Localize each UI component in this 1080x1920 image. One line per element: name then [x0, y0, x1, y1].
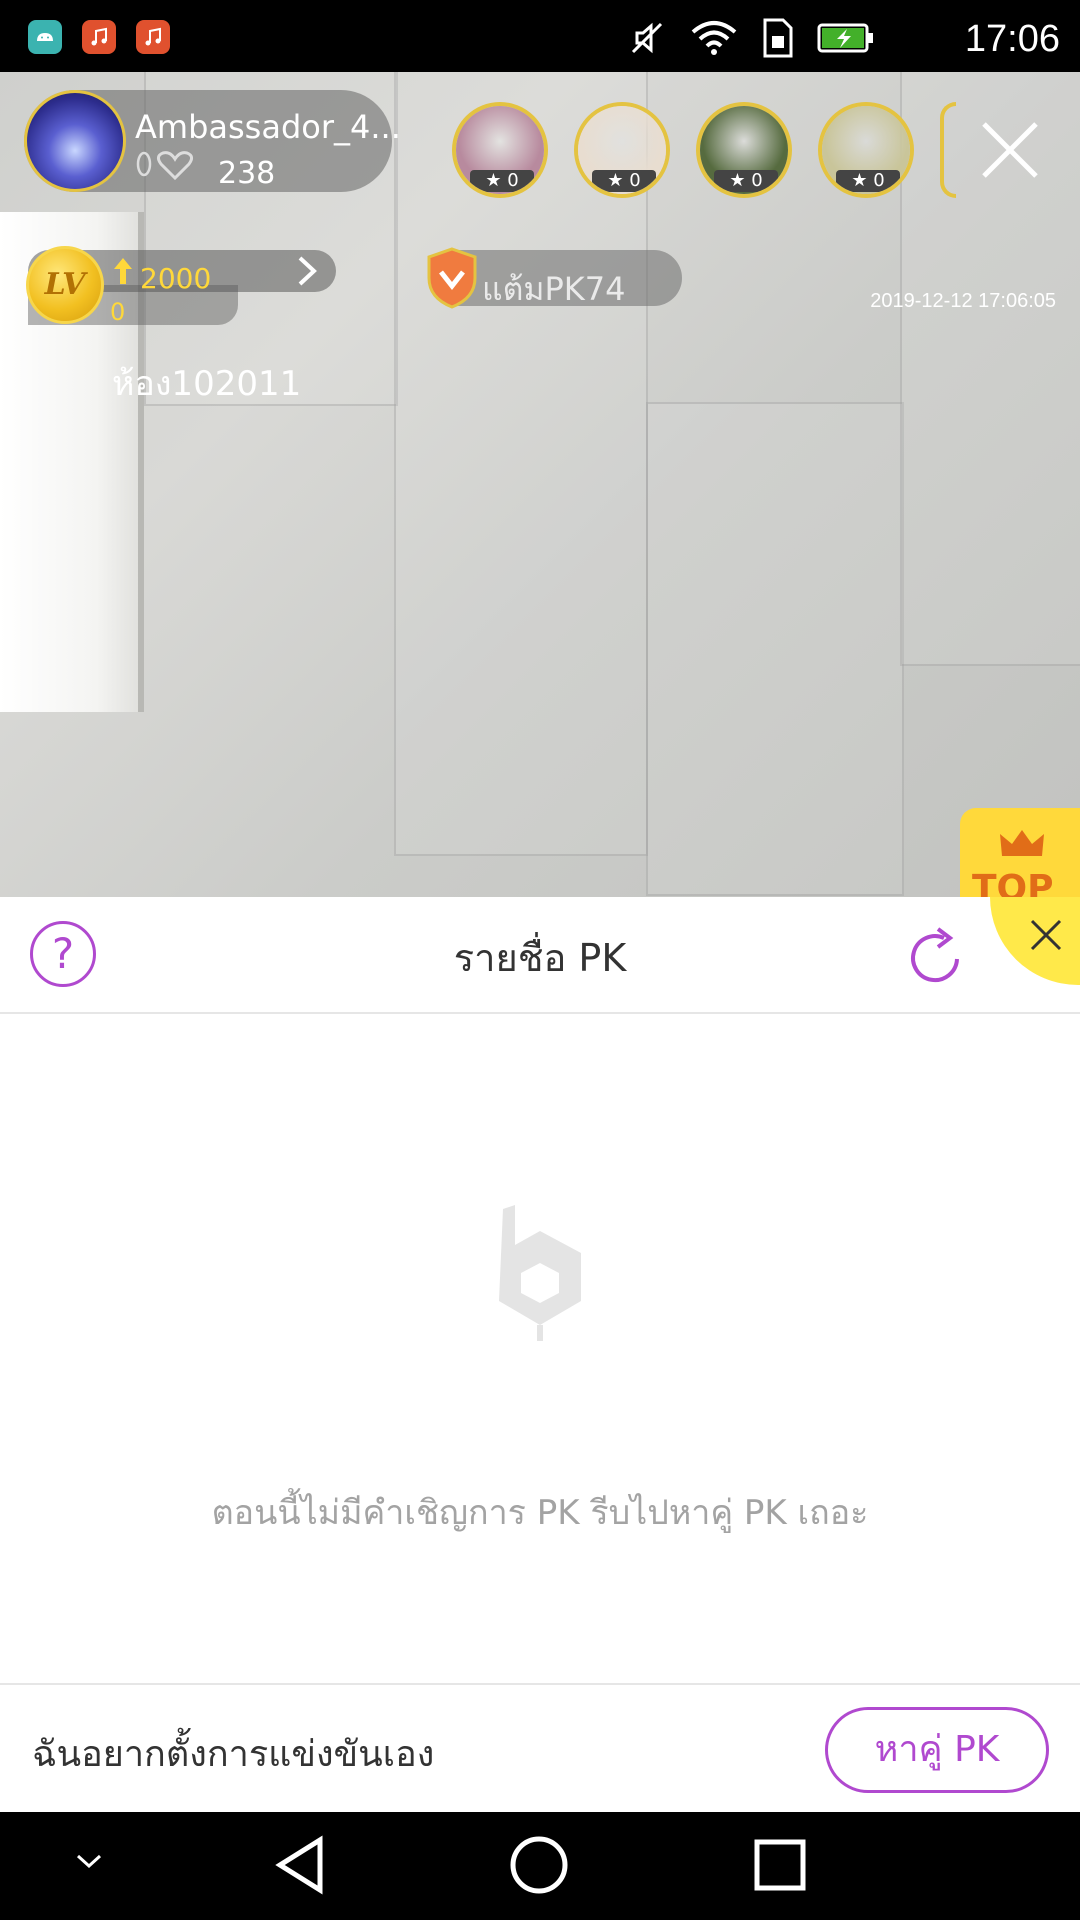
level-sub-value: 0 — [110, 298, 126, 326]
status-time: 17:06 — [964, 18, 1060, 60]
status-bar: 17:06 — [0, 0, 1080, 72]
chevron-right-icon[interactable] — [295, 254, 319, 288]
room-id: ห้อง102011 — [112, 364, 302, 404]
battery-charging-icon — [817, 23, 873, 53]
home-icon[interactable] — [508, 1834, 570, 1896]
sim-icon — [763, 18, 793, 58]
music-icon — [82, 20, 116, 54]
level-value: 2000 — [140, 262, 212, 295]
arrow-up-icon — [114, 258, 132, 284]
level-coin-icon: LV — [26, 246, 104, 324]
heart-icon — [136, 151, 194, 181]
top-label: TOP — [972, 868, 1054, 898]
empty-message: ตอนนี้ไม่มีคำเชิญการ PK รีบไปหาคู่ PK เถ… — [211, 1493, 869, 1533]
empty-placeholder-icon — [499, 1205, 581, 1341]
viewer-avatar[interactable]: ★ 0 — [696, 102, 792, 198]
viewer-badge: ★ 0 — [836, 170, 900, 192]
viewer-avatar[interactable]: ★ 0 — [452, 102, 548, 198]
mute-icon — [631, 22, 663, 54]
status-icons — [627, 18, 875, 58]
wifi-icon — [691, 21, 737, 55]
viewer-badge: ★ 0 — [714, 170, 778, 192]
viewer-avatar-partial[interactable] — [940, 102, 956, 198]
recent-apps-icon[interactable] — [752, 1834, 808, 1896]
find-pk-button[interactable]: หาคู่ PK — [825, 1707, 1049, 1793]
viewer-avatar[interactable]: ★ 0 — [574, 102, 670, 198]
viewer-avatar[interactable]: ★ 0 — [818, 102, 914, 198]
sheet-footer: ฉันอยากตั้งการแข่งขันเอง หาคู่ PK — [0, 1683, 1080, 1812]
timestamp: 2019-12-12 17:06:05 — [870, 290, 1056, 312]
pk-list-sheet: ? รายชื่อ PK ตอนนี้ไม่มีคำเชิญการ PK รีบ… — [0, 897, 1080, 1812]
crown-icon — [1000, 830, 1044, 856]
live-video[interactable] — [0, 72, 1080, 897]
refresh-icon[interactable] — [900, 923, 970, 993]
shield-icon — [427, 247, 477, 309]
sheet-header: ? รายชื่อ PK — [0, 897, 1080, 1014]
music-icon — [136, 20, 170, 54]
pk-points-label: แต้มPK74 — [482, 270, 626, 308]
navigation-bar — [0, 1812, 1080, 1920]
chevron-down-icon[interactable] — [74, 1852, 104, 1872]
host-avatar[interactable] — [24, 90, 126, 192]
top-ranking-button[interactable]: TOP — [960, 808, 1080, 898]
custom-match-label: ฉันอยากตั้งการแข่งขันเอง — [32, 1734, 435, 1775]
viewer-badge: ★ 0 — [592, 170, 656, 192]
host-count: 238 — [218, 156, 276, 191]
back-icon[interactable] — [272, 1834, 328, 1896]
android-icon — [28, 20, 62, 54]
close-icon[interactable] — [1028, 917, 1064, 953]
viewer-badge: ★ 0 — [470, 170, 534, 192]
close-icon[interactable] — [978, 118, 1042, 182]
wall-panel — [646, 402, 904, 896]
host-name: Ambassador_4... — [135, 108, 401, 146]
